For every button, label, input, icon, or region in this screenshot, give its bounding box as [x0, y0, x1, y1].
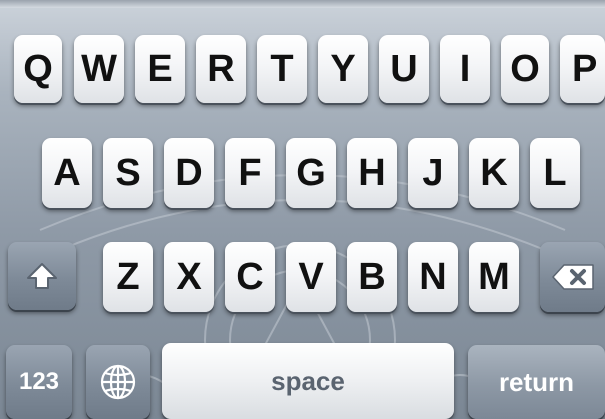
key-e[interactable]: E [135, 35, 185, 103]
key-label: B [358, 255, 386, 298]
delete-key[interactable] [540, 242, 605, 312]
delete-backspace-icon [551, 264, 594, 290]
key-r[interactable]: R [196, 35, 246, 103]
keyboard-top-border [0, 0, 605, 8]
key-label: D [175, 151, 203, 194]
key-p[interactable]: P [560, 35, 605, 103]
key-label: H [358, 151, 386, 194]
return-key[interactable]: return [468, 345, 605, 419]
key-o[interactable]: O [501, 35, 549, 103]
key-label: K [480, 151, 508, 194]
key-k[interactable]: K [469, 138, 519, 208]
key-label: O [510, 47, 540, 90]
return-key-label: return [498, 366, 575, 397]
key-label: Y [330, 47, 356, 90]
globe-icon [100, 364, 136, 400]
key-label: R [207, 47, 235, 90]
key-n[interactable]: N [408, 242, 458, 312]
key-h[interactable]: H [347, 138, 397, 208]
key-label: X [176, 255, 202, 298]
key-u[interactable]: U [379, 35, 429, 103]
key-label: C [236, 255, 264, 298]
numbers-key[interactable]: 123 [6, 345, 72, 419]
space-key-label: space [271, 365, 345, 396]
key-label: P [572, 47, 598, 90]
key-label: U [390, 47, 418, 90]
key-w[interactable]: W [74, 35, 124, 103]
key-y[interactable]: Y [318, 35, 368, 103]
key-label: Q [23, 47, 53, 90]
shift-arrow-icon [27, 263, 57, 289]
key-d[interactable]: D [164, 138, 214, 208]
key-label: V [298, 255, 324, 298]
numbers-key-label: 123 [18, 368, 60, 395]
key-g[interactable]: G [286, 138, 336, 208]
key-label: E [147, 47, 173, 90]
key-m[interactable]: M [469, 242, 519, 312]
key-label: J [422, 151, 444, 194]
key-a[interactable]: A [42, 138, 92, 208]
key-f[interactable]: F [225, 138, 275, 208]
key-c[interactable]: C [225, 242, 275, 312]
key-label: W [81, 47, 117, 90]
key-label: Z [116, 255, 140, 298]
key-label: F [238, 151, 262, 194]
key-label: G [296, 151, 326, 194]
globe-key[interactable] [86, 345, 150, 419]
key-x[interactable]: X [164, 242, 214, 312]
key-t[interactable]: T [257, 35, 307, 103]
key-label: L [543, 151, 567, 194]
key-label: N [419, 255, 447, 298]
key-l[interactable]: L [530, 138, 580, 208]
key-j[interactable]: J [408, 138, 458, 208]
key-z[interactable]: Z [103, 242, 153, 312]
key-label: M [478, 255, 510, 298]
key-v[interactable]: V [286, 242, 336, 312]
key-label: T [270, 47, 294, 90]
ios-keyboard: Q W E R T Y U I O P A S D F G H J K L Z … [0, 0, 605, 419]
shift-key[interactable] [8, 242, 76, 310]
key-i[interactable]: I [440, 35, 490, 103]
key-label: A [53, 151, 81, 194]
key-label: S [115, 151, 141, 194]
space-key[interactable]: space [162, 343, 454, 419]
key-q[interactable]: Q [14, 35, 62, 103]
key-label: I [459, 47, 471, 90]
key-s[interactable]: S [103, 138, 153, 208]
key-b[interactable]: B [347, 242, 397, 312]
